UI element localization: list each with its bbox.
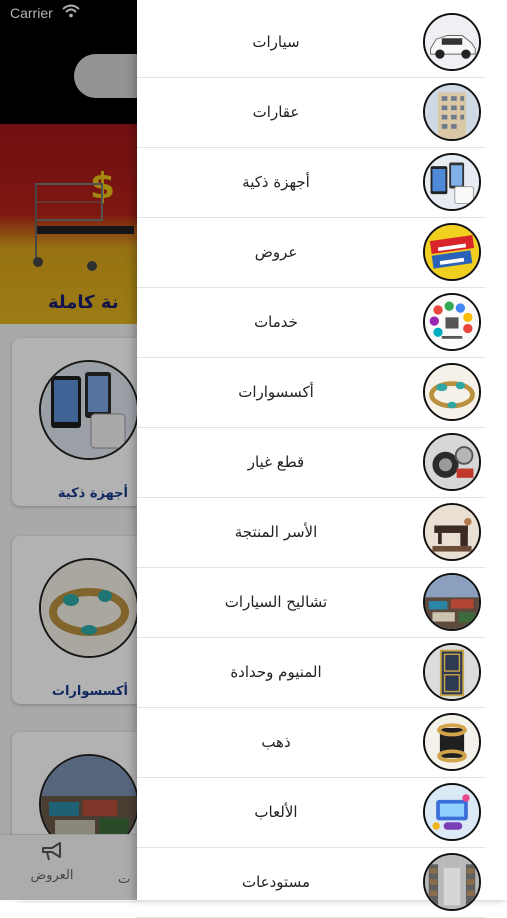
menu-item-accessories[interactable]: أكسسوارات (137, 357, 485, 428)
building-image (423, 83, 481, 141)
menu-item-warehouses[interactable]: مستودعات (137, 847, 485, 918)
smartphones-image (423, 153, 481, 211)
car-image (423, 13, 481, 71)
menu-item-label: عقارات (252, 103, 300, 121)
menu-item-smart-devices[interactable]: أجهزة ذكية (137, 147, 485, 218)
games-image (423, 783, 481, 841)
menu-item-real-estate[interactable]: عقارات (137, 77, 485, 148)
menu-item-label: المنيوم وحدادة (230, 663, 322, 681)
menu-item-label: سيارات (252, 33, 300, 51)
aluminium-door-image (423, 643, 481, 701)
menu-item-cars[interactable]: سيارات (137, 7, 485, 78)
sewing-machine-image (423, 503, 481, 561)
menu-item-label: ذهب (261, 733, 291, 751)
bracelet-image (423, 363, 481, 421)
services-image (423, 293, 481, 351)
menu-item-aluminium-smithing[interactable]: المنيوم وحدادة (137, 637, 485, 708)
menu-item-label: تشاليح السيارات (224, 593, 328, 611)
menu-item-spare-parts[interactable]: قطع غيار (137, 427, 485, 498)
spare-parts-image (423, 433, 481, 491)
menu-item-services[interactable]: خدمات (137, 287, 485, 358)
warehouse-image (423, 853, 481, 911)
gold-ring-image (423, 713, 481, 771)
menu-item-label: الأسر المنتجة (234, 523, 318, 541)
scrap-cars-image (423, 573, 481, 631)
menu-item-label: أجهزة ذكية (242, 173, 310, 191)
menu-item-label: الألعاب (254, 803, 298, 821)
menu-item-label: مستودعات (241, 873, 310, 891)
menu-item-offers[interactable]: عروض (137, 217, 485, 288)
menu-item-car-scrapyard[interactable]: تشاليح السيارات (137, 567, 485, 638)
menu-item-games[interactable]: الألعاب (137, 777, 485, 848)
menu-item-label: عروض (254, 243, 298, 261)
menu-item-label: أكسسوارات (238, 383, 314, 401)
menu-item-label: قطع غيار (247, 453, 305, 471)
menu-item-label: خدمات (254, 313, 298, 331)
menu-item-gold[interactable]: ذهب (137, 707, 485, 778)
menu-item-productive-families[interactable]: الأسر المنتجة (137, 497, 485, 568)
side-drawer-menu: سيارات عقارات أجهزة ذكية عروض خدمات أكسس… (137, 0, 507, 918)
offers-image (423, 223, 481, 281)
